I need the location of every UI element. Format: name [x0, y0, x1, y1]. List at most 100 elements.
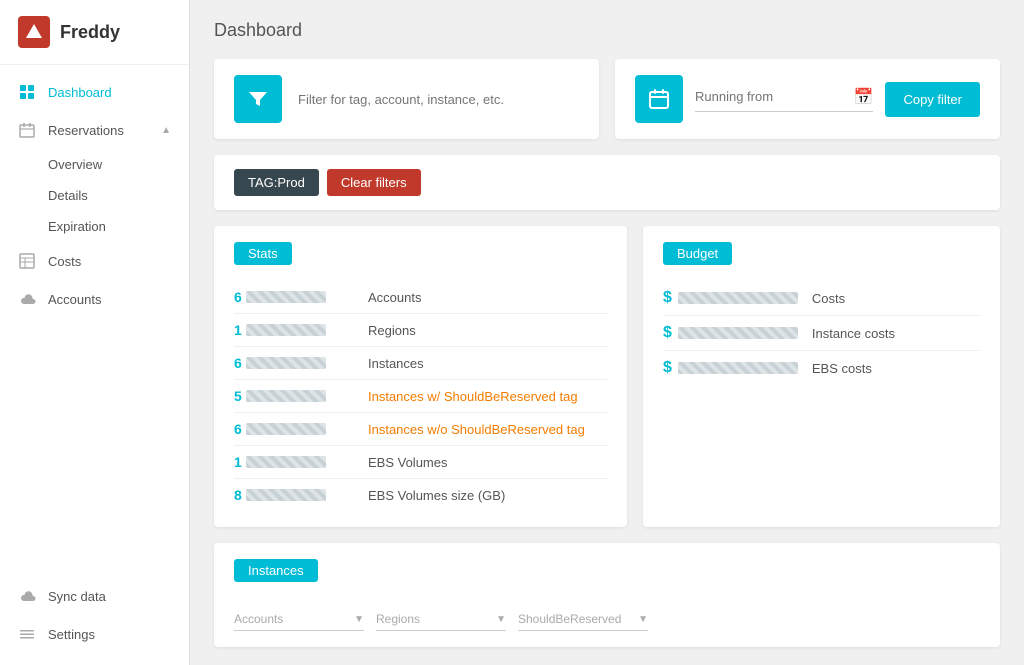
stats-card: Stats 6 Accounts 1 Regions 6	[214, 226, 627, 527]
grid-icon	[18, 83, 36, 101]
budget-label-instance: Instance costs	[812, 326, 895, 341]
budget-row-costs: $ Costs	[663, 281, 980, 316]
shouldbereserved-dropdown[interactable]: ShouldBeReserved ▼	[518, 612, 648, 631]
stat-digit-ebs-volumes: 1	[234, 454, 242, 470]
sidebar: Freddy Dashboard Reservations	[0, 0, 190, 665]
stat-value-instances-with-tag: 5	[234, 388, 354, 404]
stat-row-accounts: 6 Accounts	[234, 281, 607, 314]
instances-card: Instances Accounts ▼ Regions ▼ ShouldBeR…	[214, 543, 1000, 647]
shouldbereserved-dropdown-label: ShouldBeReserved	[518, 612, 638, 626]
stat-value-accounts: 6	[234, 289, 354, 305]
sidebar-bottom: Sync data Settings	[0, 577, 189, 665]
stats-badge: Stats	[234, 242, 292, 265]
stat-bar-instances-without-tag	[246, 423, 326, 435]
accounts-dropdown[interactable]: Accounts ▼	[234, 612, 364, 631]
stat-row-instances: 6 Instances	[234, 347, 607, 380]
budget-row-ebs-costs: $ EBS costs	[663, 351, 980, 385]
stat-label-ebs-volumes: EBS Volumes	[368, 455, 448, 470]
main-content: Dashboard 📅 C	[190, 0, 1024, 665]
stat-bar-accounts	[246, 291, 326, 303]
sidebar-item-dashboard[interactable]: Dashboard	[0, 73, 189, 111]
filter-tags-row: TAG:Prod Clear filters	[214, 155, 1000, 210]
budget-label-ebs: EBS costs	[812, 361, 872, 376]
budget-dollar-ebs: $	[663, 359, 672, 377]
sidebar-label-sync-data: Sync data	[48, 589, 106, 604]
sidebar-item-details[interactable]: Details	[0, 180, 189, 211]
stat-value-ebs-volumes: 1	[234, 454, 354, 470]
stat-label-instances: Instances	[368, 356, 424, 371]
calendar-icon	[18, 121, 36, 139]
logo-area: Freddy	[0, 0, 189, 65]
filter-input[interactable]	[298, 92, 579, 107]
accounts-chevron-down-icon: ▼	[354, 614, 364, 625]
stat-digit-instances-with-tag: 5	[234, 388, 242, 404]
stat-label-instances-without-tag: Instances w/o ShouldBeReserved tag	[368, 422, 585, 437]
calendar-box-icon	[635, 75, 683, 123]
sidebar-label-expiration: Expiration	[48, 219, 106, 234]
cloud-nav-icon	[18, 290, 36, 308]
sidebar-label-reservations: Reservations	[48, 123, 124, 138]
sidebar-label-details: Details	[48, 188, 88, 203]
regions-dropdown[interactable]: Regions ▼	[376, 612, 506, 631]
sidebar-label-overview: Overview	[48, 157, 102, 172]
stat-value-ebs-size: 8	[234, 487, 354, 503]
stat-digit-instances: 6	[234, 355, 242, 371]
stat-row-instances-with-tag: 5 Instances w/ ShouldBeReserved tag	[234, 380, 607, 413]
sidebar-item-costs[interactable]: Costs	[0, 242, 189, 280]
stat-label-instances-with-tag: Instances w/ ShouldBeReserved tag	[368, 389, 578, 404]
sidebar-label-settings: Settings	[48, 627, 95, 642]
instances-filters: Accounts ▼ Regions ▼ ShouldBeReserved ▼	[234, 612, 980, 631]
filter-icon-box	[234, 75, 282, 123]
stat-bar-instances-with-tag	[246, 390, 326, 402]
logo-icon	[18, 16, 50, 48]
date-card: 📅 Copy filter	[615, 59, 1000, 139]
sidebar-item-sync-data[interactable]: Sync data	[0, 577, 189, 615]
stats-budget-row: Stats 6 Accounts 1 Regions 6	[214, 226, 1000, 527]
sidebar-item-settings[interactable]: Settings	[0, 615, 189, 653]
budget-dollar-costs: $	[663, 289, 672, 307]
sidebar-item-overview[interactable]: Overview	[0, 149, 189, 180]
date-input-wrap: 📅	[695, 87, 873, 112]
shouldbereserved-chevron-down-icon: ▼	[638, 614, 648, 625]
table-icon	[18, 252, 36, 270]
accounts-dropdown-label: Accounts	[234, 612, 354, 626]
instances-badge: Instances	[234, 559, 318, 582]
stat-label-accounts: Accounts	[368, 290, 421, 305]
filter-card	[214, 59, 599, 139]
clear-filters-button[interactable]: Clear filters	[327, 169, 421, 196]
budget-card: Budget $ Costs $ Instance costs $ EBS co…	[643, 226, 1000, 527]
stat-bar-instances	[246, 357, 326, 369]
tag-prod-badge[interactable]: TAG:Prod	[234, 169, 319, 196]
budget-bar-costs	[678, 292, 798, 304]
stat-label-ebs-size: EBS Volumes size (GB)	[368, 488, 505, 503]
sidebar-item-reservations[interactable]: Reservations ▲	[0, 111, 189, 149]
stat-bar-regions	[246, 324, 326, 336]
stat-row-regions: 1 Regions	[234, 314, 607, 347]
settings-icon	[18, 625, 36, 643]
stat-value-regions: 1	[234, 322, 354, 338]
budget-row-instance-costs: $ Instance costs	[663, 316, 980, 351]
sync-icon	[18, 587, 36, 605]
date-calendar-icon: 📅	[854, 87, 874, 107]
stat-row-ebs-volumes: 1 EBS Volumes	[234, 446, 607, 479]
budget-dollar-instance: $	[663, 324, 672, 342]
top-row: 📅 Copy filter	[214, 59, 1000, 139]
stat-digit-ebs-size: 8	[234, 487, 242, 503]
stat-digit-regions: 1	[234, 322, 242, 338]
stat-bar-ebs-size	[246, 489, 326, 501]
date-input[interactable]	[695, 89, 854, 104]
sidebar-label-accounts: Accounts	[48, 292, 101, 307]
chevron-up-icon: ▲	[161, 125, 171, 136]
sidebar-item-expiration[interactable]: Expiration	[0, 211, 189, 242]
page-title: Dashboard	[214, 20, 1000, 41]
sidebar-item-accounts[interactable]: Accounts	[0, 280, 189, 318]
sidebar-nav: Dashboard Reservations ▲ Overview Detail…	[0, 65, 189, 577]
sidebar-label-costs: Costs	[48, 254, 81, 269]
stat-value-instances-without-tag: 6	[234, 421, 354, 437]
budget-badge: Budget	[663, 242, 732, 265]
app-name: Freddy	[60, 22, 120, 43]
stat-row-instances-without-tag: 6 Instances w/o ShouldBeReserved tag	[234, 413, 607, 446]
copy-filter-button[interactable]: Copy filter	[885, 82, 980, 117]
budget-label-costs: Costs	[812, 291, 845, 306]
sidebar-label-dashboard: Dashboard	[48, 85, 112, 100]
